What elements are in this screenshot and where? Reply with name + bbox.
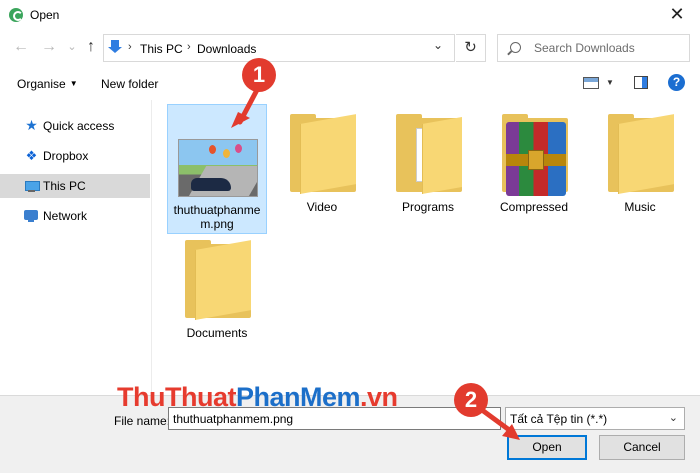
image-thumbnail xyxy=(178,139,258,197)
folder-icon xyxy=(185,240,251,320)
folder-item-video[interactable]: Video xyxy=(272,104,372,234)
step-1-arrow-icon xyxy=(231,85,261,128)
folder-name-label: Documents xyxy=(186,326,248,340)
sidebar-item-dropbox[interactable]: ❖ Dropbox xyxy=(0,144,150,168)
breadcrumb-this-pc[interactable]: This PC xyxy=(140,42,183,56)
network-icon xyxy=(24,208,39,223)
file-name-input[interactable] xyxy=(168,407,501,430)
documents-folder-icon xyxy=(396,114,462,194)
refresh-button[interactable]: ↻ xyxy=(456,34,486,62)
folder-item-music[interactable]: Music xyxy=(590,104,690,234)
sidebar-item-this-pc[interactable]: This PC xyxy=(0,174,150,198)
sidebar-item-label: Dropbox xyxy=(43,149,89,163)
breadcrumb-separator: › xyxy=(128,41,132,53)
sidebar-item-label: Network xyxy=(43,209,88,223)
recent-locations-chevron-icon[interactable]: ⌄ xyxy=(63,40,81,53)
step-2-arrow-icon xyxy=(479,407,520,440)
search-input[interactable] xyxy=(534,41,684,55)
folder-icon xyxy=(608,114,674,194)
computer-icon xyxy=(24,178,40,193)
file-name-line: m.png xyxy=(200,217,234,231)
balloon-shape xyxy=(223,149,230,158)
breadcrumb-separator: › xyxy=(187,41,191,53)
help-icon[interactable]: ? xyxy=(668,74,685,91)
file-name-line: thuthuatphanme xyxy=(173,203,261,217)
sidebar-item-label: Quick access xyxy=(43,119,115,133)
up-arrow-icon[interactable]: ↑ xyxy=(82,38,100,56)
sidebar-item-label: This PC xyxy=(43,179,86,193)
balloon-shape xyxy=(209,145,216,154)
address-bar[interactable]: › This PC › Downloads xyxy=(103,34,455,62)
window-title: Open xyxy=(30,8,60,22)
search-box[interactable] xyxy=(497,34,690,62)
organise-label: Organise xyxy=(17,77,66,91)
cancel-button[interactable]: Cancel xyxy=(599,435,685,460)
navigation-pane: ★ Quick access ❖ Dropbox This PC Network xyxy=(0,100,152,395)
preview-pane-icon[interactable] xyxy=(634,76,648,89)
file-name-label: File name: xyxy=(114,414,171,428)
star-icon: ★ xyxy=(25,117,38,133)
forward-arrow-icon[interactable]: → xyxy=(40,38,58,56)
dropbox-icon: ❖ xyxy=(25,148,38,163)
file-type-select[interactable]: Tất cả Tệp tin (*.*) ⌄ xyxy=(505,407,685,430)
new-folder-button[interactable]: New folder xyxy=(101,77,158,91)
folder-item-compressed[interactable]: Compressed xyxy=(484,104,584,234)
file-name-label: thuthuatphanme m.png xyxy=(168,203,266,231)
folder-item-programs[interactable]: Programs xyxy=(378,104,478,234)
app-icon xyxy=(9,8,23,22)
sidebar-item-quick-access[interactable]: ★ Quick access xyxy=(0,114,150,138)
folder-name-label: Music xyxy=(624,200,656,214)
close-button[interactable]: ✕ xyxy=(654,0,700,30)
car-shape xyxy=(191,178,231,191)
view-caret-down-icon[interactable]: ▼ xyxy=(606,78,614,87)
title-bar: Open ✕ xyxy=(0,0,700,30)
file-list: thuthuatphanme m.png Video Programs Comp… xyxy=(153,100,700,395)
folder-item-documents[interactable]: Documents xyxy=(167,232,267,362)
balloon-shape xyxy=(235,144,242,153)
search-icon xyxy=(510,42,521,53)
address-dropdown-chevron-icon[interactable]: ⌄ xyxy=(433,38,443,52)
sidebar-item-network[interactable]: Network xyxy=(0,204,150,228)
folder-name-label: Video xyxy=(306,200,338,214)
breadcrumb-downloads[interactable]: Downloads xyxy=(197,42,256,56)
caret-down-icon: ▼ xyxy=(69,79,78,88)
folder-name-label: Programs xyxy=(401,200,454,214)
back-arrow-icon[interactable]: ← xyxy=(12,38,30,56)
downloads-location-icon xyxy=(108,40,122,54)
chevron-down-icon: ⌄ xyxy=(668,412,678,424)
folder-name-label: Compressed xyxy=(499,200,569,214)
archive-icon xyxy=(506,122,566,196)
view-options-icon[interactable] xyxy=(583,77,599,89)
organise-menu[interactable]: Organise ▼ xyxy=(17,77,78,91)
folder-icon xyxy=(290,114,356,194)
